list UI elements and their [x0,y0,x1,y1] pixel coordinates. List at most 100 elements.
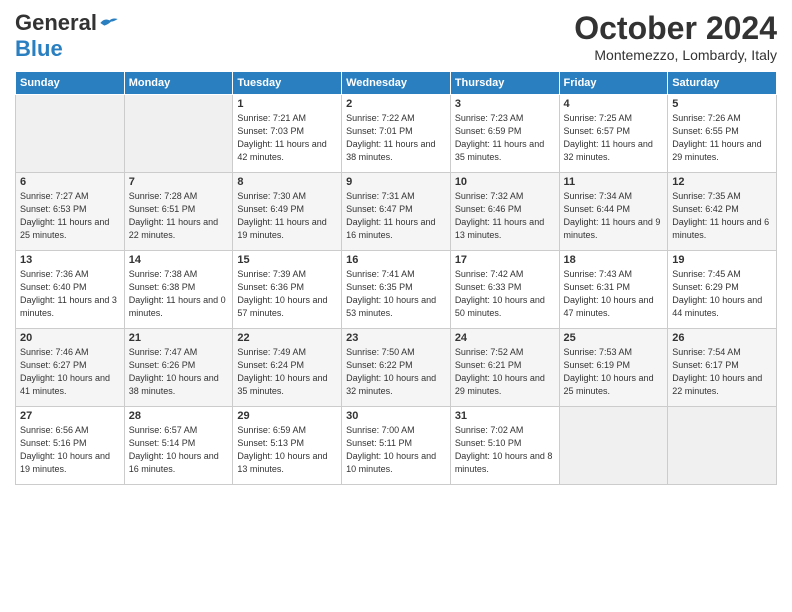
day-number: 18 [564,254,664,266]
day-number: 13 [20,254,120,266]
col-tuesday: Tuesday [233,72,342,95]
title-block: October 2024 Montemezzo, Lombardy, Italy [574,10,777,63]
calendar-cell: 14Sunrise: 7:38 AMSunset: 6:38 PMDayligh… [124,251,233,329]
day-number: 6 [20,176,120,188]
calendar-cell: 13 Sunrise: 7:36 AMSunset: 6:40 PMDayligh… [16,251,125,329]
col-wednesday: Wednesday [342,72,451,95]
calendar-cell: 8 Sunrise: 7:30 AMSunset: 6:49 PMDaylight… [233,173,342,251]
day-info: Sunrise: 7:34 AMSunset: 6:44 PMDaylight:… [564,190,664,242]
calendar-cell: 10 Sunrise: 7:32 AMSunset: 6:46 PMDayligh… [450,173,559,251]
day-number: 21 [129,332,229,344]
calendar-cell: 6 Sunrise: 7:27 AMSunset: 6:53 PMDaylight… [16,173,125,251]
day-info: Sunrise: 7:46 AMSunset: 6:27 PMDaylight:… [20,346,120,398]
day-info: Sunrise: 7:23 AMSunset: 6:59 PMDaylight:… [455,112,555,164]
calendar-week-4: 20 Sunrise: 7:46 AMSunset: 6:27 PMDayligh… [16,329,777,407]
col-friday: Friday [559,72,668,95]
day-number: 7 [129,176,229,188]
calendar-cell: 28 Sunrise: 6:57 AMSunset: 5:14 PMDayligh… [124,407,233,485]
calendar-cell: 20 Sunrise: 7:46 AMSunset: 6:27 PMDayligh… [16,329,125,407]
day-number: 16 [346,254,446,266]
day-info: Sunrise: 7:45 AMSunset: 6:29 PMDaylight:… [672,268,772,320]
day-number: 5 [672,98,772,110]
calendar-cell: 16 Sunrise: 7:41 AMSunset: 6:35 PMDayligh… [342,251,451,329]
calendar-cell: 25 Sunrise: 7:53 AMSunset: 6:19 PMDayligh… [559,329,668,407]
calendar-cell: 24Sunrise: 7:52 AMSunset: 6:21 PMDayligh… [450,329,559,407]
day-number: 22 [237,332,337,344]
col-monday: Monday [124,72,233,95]
day-number: 8 [237,176,337,188]
day-number: 29 [237,410,337,422]
calendar-cell: 19Sunrise: 7:45 AMSunset: 6:29 PMDayligh… [668,251,777,329]
day-number: 1 [237,98,337,110]
day-info: Sunrise: 7:42 AMSunset: 6:33 PMDaylight:… [455,268,555,320]
col-saturday: Saturday [668,72,777,95]
day-number: 3 [455,98,555,110]
day-info: Sunrise: 7:30 AMSunset: 6:49 PMDaylight:… [237,190,337,242]
calendar-cell: 9Sunrise: 7:31 AMSunset: 6:47 PMDaylight… [342,173,451,251]
calendar-cell: 11 Sunrise: 7:34 AMSunset: 6:44 PMDayligh… [559,173,668,251]
calendar-cell [124,95,233,173]
day-number: 23 [346,332,446,344]
day-info: Sunrise: 7:32 AMSunset: 6:46 PMDaylight:… [455,190,555,242]
page: General Blue October 2024 Montemezzo, Lo… [0,0,792,495]
col-thursday: Thursday [450,72,559,95]
day-info: Sunrise: 7:49 AMSunset: 6:24 PMDaylight:… [237,346,337,398]
day-number: 30 [346,410,446,422]
day-number: 26 [672,332,772,344]
day-number: 2 [346,98,446,110]
day-number: 25 [564,332,664,344]
day-info: Sunrise: 6:56 AMSunset: 5:16 PMDaylight:… [20,424,120,476]
day-info: Sunrise: 7:28 AMSunset: 6:51 PMDaylight:… [129,190,229,242]
day-info: Sunrise: 7:36 AMSunset: 6:40 PMDaylight:… [20,268,120,320]
calendar-week-5: 27 Sunrise: 6:56 AMSunset: 5:16 PMDayligh… [16,407,777,485]
calendar-cell: 3 Sunrise: 7:23 AMSunset: 6:59 PMDaylight… [450,95,559,173]
day-info: Sunrise: 7:00 AMSunset: 5:11 PMDaylight:… [346,424,446,476]
day-info: Sunrise: 7:26 AMSunset: 6:55 PMDaylight:… [672,112,772,164]
calendar-cell: 18 Sunrise: 7:43 AMSunset: 6:31 PMDayligh… [559,251,668,329]
day-info: Sunrise: 7:27 AMSunset: 6:53 PMDaylight:… [20,190,120,242]
day-info: Sunrise: 7:38 AMSunset: 6:38 PMDaylight:… [129,268,229,320]
location-subtitle: Montemezzo, Lombardy, Italy [574,47,777,63]
day-info: Sunrise: 7:43 AMSunset: 6:31 PMDaylight:… [564,268,664,320]
day-info: Sunrise: 7:53 AMSunset: 6:19 PMDaylight:… [564,346,664,398]
day-number: 15 [237,254,337,266]
day-number: 28 [129,410,229,422]
calendar-cell: 30 Sunrise: 7:00 AMSunset: 5:11 PMDayligh… [342,407,451,485]
calendar-cell: 2Sunrise: 7:22 AMSunset: 7:01 PMDaylight… [342,95,451,173]
day-number: 20 [20,332,120,344]
day-number: 11 [564,176,664,188]
day-number: 12 [672,176,772,188]
day-info: Sunrise: 7:39 AMSunset: 6:36 PMDaylight:… [237,268,337,320]
day-info: Sunrise: 7:41 AMSunset: 6:35 PMDaylight:… [346,268,446,320]
calendar-cell: 7 Sunrise: 7:28 AMSunset: 6:51 PMDaylight… [124,173,233,251]
logo-general: General [15,10,97,36]
day-number: 10 [455,176,555,188]
day-number: 24 [455,332,555,344]
day-number: 27 [20,410,120,422]
day-info: Sunrise: 7:50 AMSunset: 6:22 PMDaylight:… [346,346,446,398]
day-info: Sunrise: 7:35 AMSunset: 6:42 PMDaylight:… [672,190,772,242]
day-number: 17 [455,254,555,266]
day-info: Sunrise: 7:25 AMSunset: 6:57 PMDaylight:… [564,112,664,164]
day-info: Sunrise: 6:59 AMSunset: 5:13 PMDaylight:… [237,424,337,476]
calendar-cell: 12 Sunrise: 7:35 AMSunset: 6:42 PMDayligh… [668,173,777,251]
calendar-cell [559,407,668,485]
day-info: Sunrise: 7:21 AMSunset: 7:03 PMDaylight:… [237,112,337,164]
calendar-week-1: 1 Sunrise: 7:21 AMSunset: 7:03 PMDaylight… [16,95,777,173]
calendar-cell: 4Sunrise: 7:25 AMSunset: 6:57 PMDaylight… [559,95,668,173]
day-info: Sunrise: 7:54 AMSunset: 6:17 PMDaylight:… [672,346,772,398]
calendar-cell: 26 Sunrise: 7:54 AMSunset: 6:17 PMDayligh… [668,329,777,407]
day-info: Sunrise: 6:57 AMSunset: 5:14 PMDaylight:… [129,424,229,476]
calendar-cell: 29 Sunrise: 6:59 AMSunset: 5:13 PMDayligh… [233,407,342,485]
calendar-cell [16,95,125,173]
logo-bird-icon [99,13,119,33]
day-info: Sunrise: 7:31 AMSunset: 6:47 PMDaylight:… [346,190,446,242]
day-info: Sunrise: 7:47 AMSunset: 6:26 PMDaylight:… [129,346,229,398]
calendar-cell: 5 Sunrise: 7:26 AMSunset: 6:55 PMDaylight… [668,95,777,173]
calendar-cell [668,407,777,485]
calendar-cell: 15 Sunrise: 7:39 AMSunset: 6:36 PMDayligh… [233,251,342,329]
day-number: 31 [455,410,555,422]
calendar-week-3: 13 Sunrise: 7:36 AMSunset: 6:40 PMDayligh… [16,251,777,329]
col-sunday: Sunday [16,72,125,95]
calendar-cell: 22 Sunrise: 7:49 AMSunset: 6:24 PMDayligh… [233,329,342,407]
